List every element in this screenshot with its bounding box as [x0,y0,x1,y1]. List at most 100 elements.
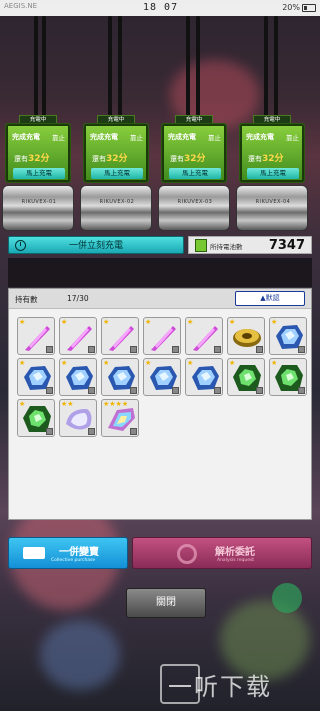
sort-button[interactable]: ▲默認 [235,291,305,306]
inventory-item-blue-ore[interactable]: ★ [185,358,223,396]
stop-button[interactable]: 靠止 [130,132,143,142]
close-button[interactable]: 關閉 [126,588,206,618]
remaining-value: 32分 [184,154,206,164]
battery-pack-icon [195,239,207,252]
remaining-value: 32分 [106,154,128,164]
charge-now-button[interactable]: 馬上充電 [247,168,299,179]
watermark-text: 一听下载 [168,673,272,701]
cable [108,16,112,116]
charger-status: 完成充電 [12,133,40,141]
remaining-time: 還有32分 [14,151,50,164]
charger-status: 完成充電 [90,133,118,141]
inventory-item-blue-ore[interactable]: ★ [101,358,139,396]
owned-value: 17/30 [67,294,89,303]
rarity-stars: ★ [103,318,110,326]
stop-button[interactable]: 靠止 [52,132,65,142]
rarity-stars: ★★ [61,400,74,408]
charger-panel: 完成充電 靠止 還有32分 馬上充電 [239,123,305,183]
cable [34,16,38,116]
inventory-item-blue-ore[interactable]: ★ [143,358,181,396]
item-type-icon [172,387,179,394]
item-type-icon [88,387,95,394]
charger-base: RIKUVEX-02 [80,185,152,231]
item-type-icon [130,346,137,353]
item-type-icon [46,387,53,394]
item-type-icon [172,346,179,353]
remaining-time: 還有32分 [248,151,284,164]
charger-base: RIKUVEX-01 [2,185,74,231]
inventory-item-pink-crystal[interactable]: ★ [185,317,223,355]
rarity-stars: ★ [145,318,152,326]
charger-unit: 充電中 完成充電 靠止 還有32分 馬上充電 RIKUVEX-02 [80,115,152,233]
inventory-item-pink-crystal[interactable]: ★ [59,317,97,355]
item-type-icon [46,428,53,435]
info-bar [8,258,312,287]
inventory-item-green-ore[interactable]: ★ [227,358,265,396]
inventory-item-gold-disc[interactable]: ★ [227,317,265,355]
status-battery-percent: 20% [282,3,300,12]
item-type-icon [256,387,263,394]
item-type-icon [130,387,137,394]
charger-panel: 完成充電 靠止 還有32分馬上充電 [5,123,71,183]
status-bar: AEGIS.NE 18 07 20% [0,0,320,16]
charger-base: RIKUVEX-03 [158,185,230,231]
owned-label: 持有數 [15,295,38,304]
analysis-request-sublabel: Analysis request [217,558,255,563]
status-carrier: AEGIS.NE [4,2,38,10]
charge-all-button[interactable]: 一併立刻充電 [8,236,184,254]
battery-icon [302,4,316,12]
charge-now-button[interactable]: 馬上充電 [91,168,143,179]
cable [118,16,122,116]
cable [42,16,46,116]
item-type-icon [88,346,95,353]
inventory-item-green-ore[interactable]: ★ [269,358,307,396]
inventory-item-blue-ore[interactable]: ★ [59,358,97,396]
remaining-prefix: 還有 [248,155,262,163]
charger-label: RIKUVEX-04 [255,199,291,205]
inventory-item-blue-ore[interactable]: ★ [269,317,307,355]
status-time: 18 07 [143,2,179,13]
rarity-stars: ★ [61,359,68,367]
inventory-item-pearl-shell[interactable]: ★★ [59,399,97,437]
inventory-header: 持有數 17/30 ▲默認 [9,289,311,309]
battery-count-value: 7347 [268,238,305,253]
charger-label: RIKUVEX-02 [99,199,135,205]
rarity-stars: ★ [145,359,152,367]
inventory-item-pink-crystal[interactable]: ★ [17,317,55,355]
rarity-stars: ★ [271,359,278,367]
rarity-stars: ★ [19,400,26,408]
cable [264,16,268,116]
item-type-icon [256,346,263,353]
inventory-item-pink-crystal[interactable]: ★ [143,317,181,355]
cable [196,16,200,116]
item-type-icon [214,387,221,394]
rarity-stars: ★ [61,318,68,326]
item-type-icon [88,428,95,435]
stop-button[interactable]: 靠止 [208,132,221,142]
clock-icon [15,240,26,251]
collective-sell-sublabel: Collective purchase [51,558,96,563]
inventory-item-pink-crystal[interactable]: ★ [101,317,139,355]
charge-all-label: 一併立刻充電 [68,241,123,251]
charge-now-button[interactable]: 馬上充電 [169,168,221,179]
cable [186,16,190,116]
collective-sell-button[interactable]: 一併變賣 Collective purchase [8,537,128,569]
inventory-item-blue-ore[interactable]: ★ [17,358,55,396]
charger-base: RIKUVEX-04 [236,185,308,231]
remaining-prefix: 還有 [170,155,184,163]
item-type-icon [214,346,221,353]
remaining-value: 32分 [28,154,50,164]
item-type-icon [298,387,305,394]
remaining-time: 還有32分 [92,151,128,164]
stop-button[interactable]: 靠止 [286,132,299,142]
rarity-stars: ★ [187,359,194,367]
ring-icon [177,544,197,564]
charge-now-button[interactable]: 馬上充電 [13,168,65,179]
item-type-icon [46,346,53,353]
analysis-request-button[interactable]: 解析委託 Analysis request [132,537,312,569]
rarity-stars: ★ [229,359,236,367]
charger-unit: 充電中 完成充電 靠止 還有32分 馬上充電 RIKUVEX-03 [158,115,230,233]
inventory-item-rainbow-shard[interactable]: ★★★★ [101,399,139,437]
inventory-item-green-ore[interactable]: ★ [17,399,55,437]
remaining-prefix: 還有 [92,155,106,163]
